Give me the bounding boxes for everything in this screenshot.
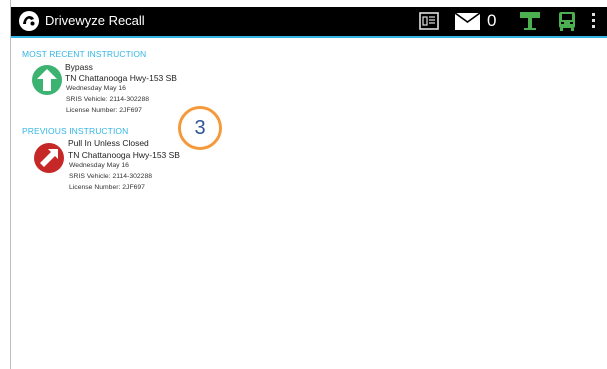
previous-vehicle: SRIS Vehicle: 2114-302288	[69, 173, 153, 180]
previous-header: PREVIOUS INSTRUCTION	[22, 126, 129, 136]
previous-license: License Number: 2JF697	[69, 184, 145, 191]
previous-date: Wednesday May 16	[69, 162, 129, 169]
pull-in-arrow-icon	[34, 143, 64, 173]
most-recent-header: MOST RECENT INSTRUCTION	[22, 49, 147, 59]
overflow-menu-icon[interactable]	[591, 13, 597, 31]
recent-license: License Number: 2JF697	[66, 107, 142, 114]
drivewyze-logo-icon[interactable]	[18, 10, 40, 32]
action-bar: Drivewyze Recall 0	[11, 7, 607, 36]
recent-site: TN Chattanooga Hwy-153 SB	[65, 73, 177, 83]
envelope-icon[interactable]	[455, 13, 480, 30]
screen: Drivewyze Recall 0 MOST RECENT INSTRUCTI…	[0, 0, 607, 369]
recent-date: Wednesday May 16	[66, 85, 126, 92]
message-count: 0	[487, 11, 497, 30]
app-title: Drivewyze Recall	[45, 13, 145, 28]
action-bar-divider	[11, 36, 607, 38]
id-card-icon[interactable]	[419, 11, 439, 31]
recent-action: Bypass	[65, 62, 93, 72]
up-arrow-icon	[32, 65, 62, 95]
truck-icon[interactable]	[557, 11, 577, 32]
step-number: 3	[194, 116, 206, 139]
recent-vehicle: SRIS Vehicle: 2114-302288	[66, 96, 150, 103]
screen-edge	[10, 0, 11, 369]
previous-site: TN Chattanooga Hwy-153 SB	[68, 150, 180, 160]
previous-action: Pull In Unless Closed	[68, 138, 149, 148]
roadside-signal-icon[interactable]	[519, 11, 541, 31]
step-number-callout: 3	[178, 106, 222, 150]
